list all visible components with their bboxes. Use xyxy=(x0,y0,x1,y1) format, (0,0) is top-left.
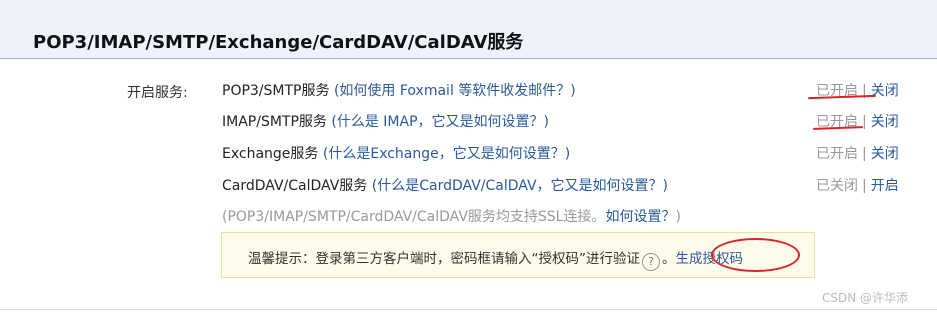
service-name: Exchange服务 xyxy=(222,146,319,162)
service-name: IMAP/SMTP服务 xyxy=(222,114,327,130)
help-link-imap[interactable]: 什么是 IMAP，它又是如何设置？ xyxy=(337,114,544,130)
service-row-carddav: CardDAV/CalDAV服务 (什么是CardDAV/CalDAV，它又是如… xyxy=(222,175,668,195)
ssl-note: (POP3/IMAP/SMTP/CardDAV/CalDAV服务均支持SSL连接… xyxy=(222,206,681,226)
state-label: 已开启 xyxy=(816,146,858,162)
state-label: 已关闭 xyxy=(816,178,858,194)
red-circle-annotation xyxy=(711,238,800,272)
paren-close: ) xyxy=(543,114,549,130)
ssl-note-close: ) xyxy=(675,209,681,225)
close-imap-button[interactable]: 关闭 xyxy=(871,114,899,130)
section-header: POP3/IMAP/SMTP/Exchange/CardDAV/CalDAV服务 xyxy=(0,0,937,59)
close-exchange-button[interactable]: 关闭 xyxy=(871,146,899,162)
question-circle-icon[interactable]: ? xyxy=(642,253,660,271)
open-service-label: 开启服务: xyxy=(127,85,188,101)
status-carddav: 已关闭 | 开启 xyxy=(816,175,899,195)
help-link-exchange[interactable]: 什么是Exchange，它又是如何设置？ xyxy=(328,146,564,162)
separator: | xyxy=(862,178,867,194)
paren-close: ) xyxy=(662,178,669,194)
paren-close: ) xyxy=(570,83,576,99)
ssl-note-text: (POP3/IMAP/SMTP/CardDAV/CalDAV服务均支持SSL连接… xyxy=(222,209,606,225)
service-row-pop3: POP3/SMTP服务 (如何使用 Foxmail 等软件收发邮件？) xyxy=(222,80,576,100)
service-name: CardDAV/CalDAV服务 xyxy=(222,178,368,194)
divider xyxy=(0,309,937,310)
ssl-help-link[interactable]: 如何设置？ xyxy=(605,209,675,225)
help-link-carddav[interactable]: 什么是CardDAV/CalDAV，它又是如何设置？ xyxy=(377,178,662,194)
tip-period: 。 xyxy=(662,251,676,267)
separator: | xyxy=(862,146,867,162)
page-title: POP3/IMAP/SMTP/Exchange/CardDAV/CalDAV服务 xyxy=(33,32,524,53)
watermark: CSDN @许华添 xyxy=(822,291,909,305)
tip-text: 温馨提示：登录第三方客户端时，密码框请输入“授权码”进行验证 xyxy=(248,251,640,267)
open-carddav-button[interactable]: 开启 xyxy=(871,178,899,194)
service-name: POP3/SMTP服务 xyxy=(222,83,330,99)
service-row-exchange: Exchange服务 (什么是Exchange，它又是如何设置？) xyxy=(222,143,570,163)
service-row-imap: IMAP/SMTP服务 (什么是 IMAP，它又是如何设置？) xyxy=(222,111,549,131)
paren-close: ) xyxy=(564,146,571,162)
status-exchange: 已开启 | 关闭 xyxy=(816,143,899,163)
help-link-pop3[interactable]: 如何使用 Foxmail 等软件收发邮件？ xyxy=(339,83,570,99)
